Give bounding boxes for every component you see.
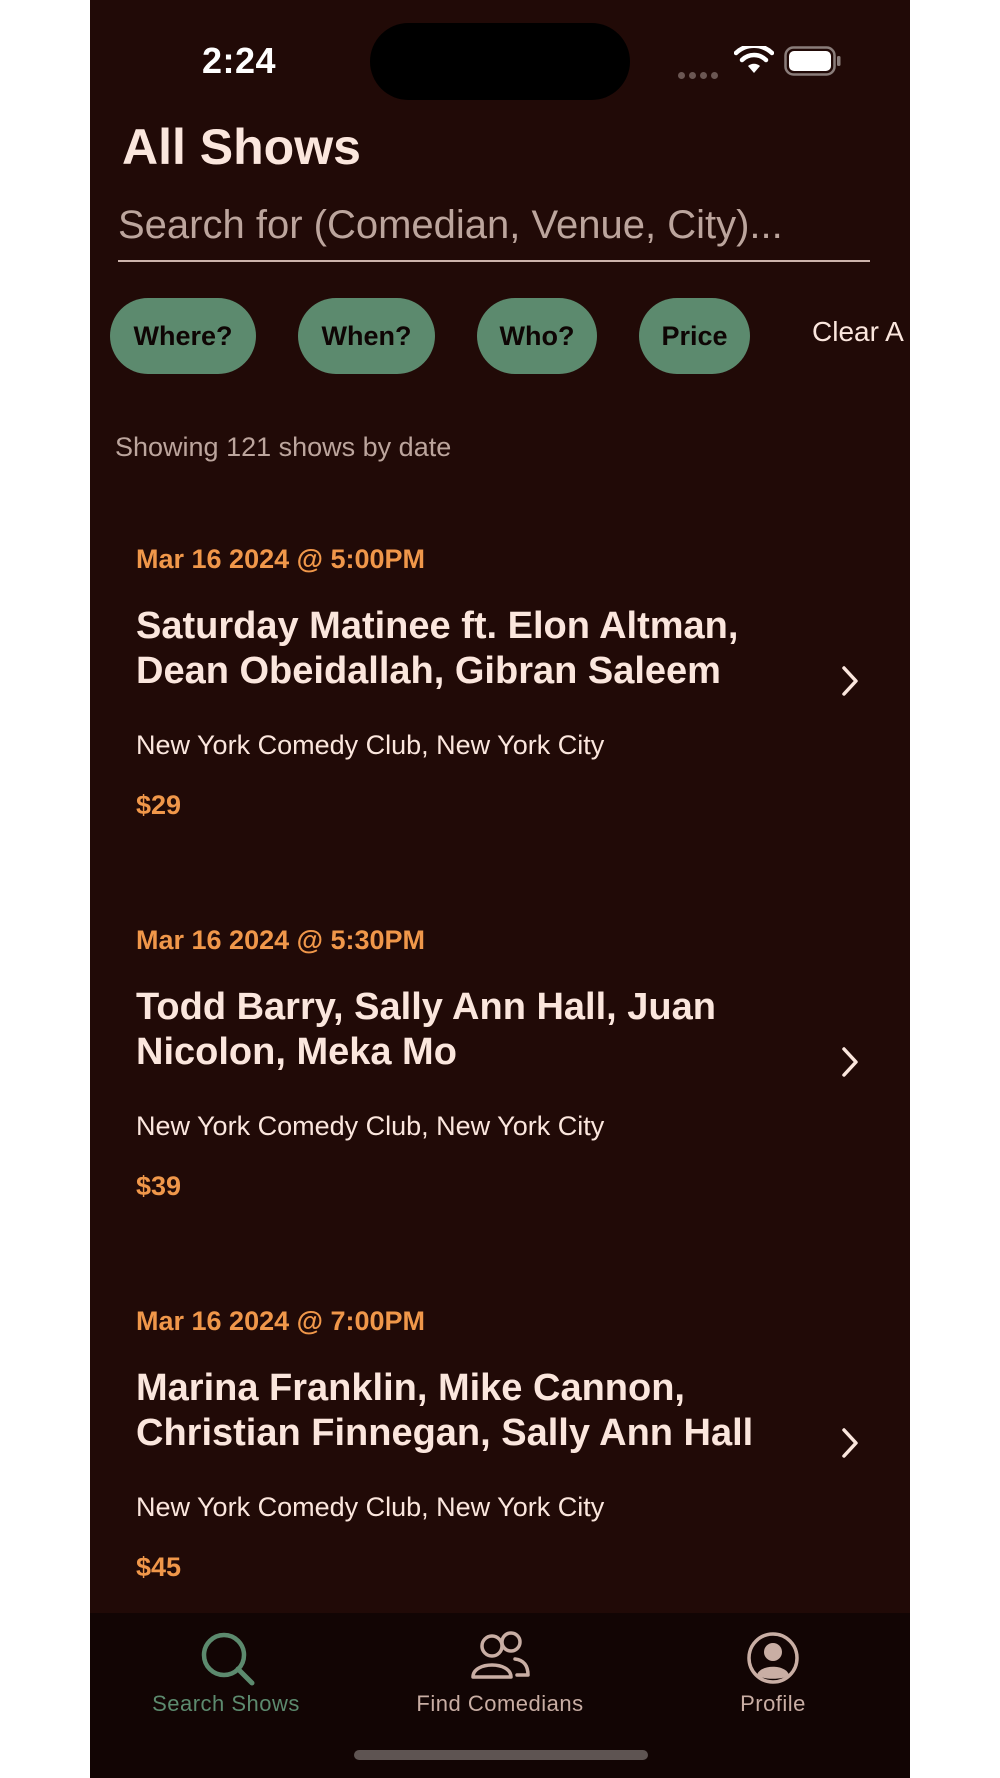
show-price: $45 [136, 1552, 182, 1582]
profile-icon [747, 1632, 799, 1684]
show-venue: New York Comedy Club, New York City [136, 1492, 605, 1522]
tab-label: Profile [740, 1691, 806, 1716]
cellular-signal-icon [678, 66, 722, 79]
battery-icon [784, 46, 841, 76]
tab-label: Search Shows [152, 1691, 300, 1716]
chevron-right-icon [842, 1428, 858, 1458]
show-title: Todd Barry, Sally Ann Hall, Juan Nicolon… [136, 986, 716, 1073]
tab-profile[interactable]: Profile [653, 1613, 893, 1723]
show-datetime: Mar 16 2024 @ 5:00PM [136, 544, 425, 574]
show-title: Saturday Matinee ft. Elon Altman, Dean O… [136, 605, 739, 692]
show-price: $39 [136, 1171, 182, 1201]
results-summary: Showing 121 shows by date [115, 432, 452, 462]
people-icon [471, 1631, 530, 1679]
show-price: $29 [136, 790, 182, 820]
tab-search-shows[interactable]: Search Shows [106, 1613, 346, 1723]
show-card[interactable]: Mar 16 2024 @ 7:00PM Marina Franklin, Mi… [136, 1306, 896, 1636]
status-bar: 2:24 [90, 0, 910, 110]
clear-all-button[interactable]: Clear A [812, 316, 904, 348]
search-icon [201, 1632, 255, 1686]
chevron-right-icon [842, 666, 858, 696]
filter-who-button[interactable]: Who? [477, 298, 597, 374]
chevron-right-icon [842, 1047, 858, 1077]
home-indicator[interactable] [354, 1750, 648, 1760]
tab-find-comedians[interactable]: Find Comedians [380, 1613, 620, 1723]
page-title: All Shows [122, 119, 361, 175]
app-screen: 2:24 All Shows Where? When? Who? Price C… [90, 0, 910, 1778]
search-input[interactable] [118, 190, 870, 262]
wifi-icon [734, 46, 774, 73]
status-time: 2:24 [202, 40, 277, 81]
show-datetime: Mar 16 2024 @ 5:30PM [136, 925, 425, 955]
filter-where-button[interactable]: Where? [110, 298, 256, 374]
filter-when-button[interactable]: When? [298, 298, 435, 374]
dynamic-island [370, 23, 630, 100]
show-card[interactable]: Mar 16 2024 @ 5:30PM Todd Barry, Sally A… [136, 925, 896, 1255]
tab-label: Find Comedians [416, 1691, 584, 1716]
filter-price-button[interactable]: Price [639, 298, 750, 374]
show-datetime: Mar 16 2024 @ 7:00PM [136, 1306, 425, 1336]
show-venue: New York Comedy Club, New York City [136, 1111, 605, 1141]
show-venue: New York Comedy Club, New York City [136, 730, 605, 760]
show-card[interactable]: Mar 16 2024 @ 5:00PM Saturday Matinee ft… [136, 544, 896, 874]
filter-chip-row: Where? When? Who? Price Clear A [90, 298, 910, 376]
show-title: Marina Franklin, Mike Cannon, Christian … [136, 1367, 754, 1454]
